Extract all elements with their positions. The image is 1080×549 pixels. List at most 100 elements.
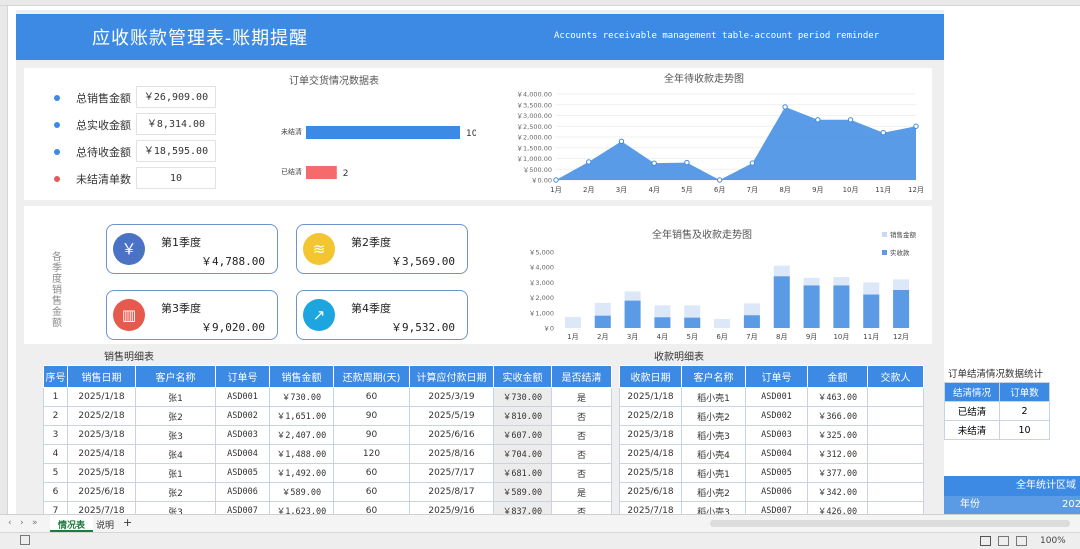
table-cell[interactable]: 否: [551, 444, 612, 464]
table-cell[interactable]: 未结清: [944, 420, 1000, 440]
table-cell[interactable]: 否: [551, 463, 612, 483]
zoom-level[interactable]: 100%: [1040, 536, 1066, 546]
table-cell[interactable]: ￥366.00: [807, 406, 868, 426]
table-cell[interactable]: 否: [551, 425, 612, 445]
table-cell[interactable]: ￥607.00: [493, 425, 552, 445]
column-header[interactable]: 订单数: [999, 382, 1050, 402]
tab-active-sheet[interactable]: 情况表: [50, 515, 94, 532]
table-cell[interactable]: ASD004: [745, 444, 808, 464]
table-cell[interactable]: 2025/2/18: [67, 406, 136, 426]
table-cell[interactable]: ￥589.00: [269, 482, 334, 502]
table-cell[interactable]: 2025/1/18: [619, 387, 682, 407]
worksheet-area[interactable]: 应收账款管理表-账期提醒 Accounts receivable managem…: [8, 6, 1080, 514]
table-cell[interactable]: 2025/4/18: [67, 444, 136, 464]
table-cell[interactable]: ASD001: [745, 387, 808, 407]
table-cell[interactable]: 5: [43, 463, 68, 483]
column-header[interactable]: 交款人: [867, 365, 924, 388]
table-cell[interactable]: 2025/5/18: [67, 463, 136, 483]
column-header[interactable]: 结清情况: [944, 382, 1000, 402]
table-cell[interactable]: ￥426.00: [807, 501, 868, 514]
table-cell[interactable]: 稻小壳3: [681, 501, 746, 514]
table-cell[interactable]: ￥837.00: [493, 501, 552, 514]
table-cell[interactable]: 60: [333, 482, 410, 502]
table-cell[interactable]: 2025/3/18: [67, 425, 136, 445]
table-cell[interactable]: ASD006: [745, 482, 808, 502]
table-cell[interactable]: 张3: [135, 425, 216, 445]
table-cell[interactable]: ￥1,488.00: [269, 444, 334, 464]
page-break-icon[interactable]: [1016, 536, 1027, 546]
table-cell[interactable]: [867, 463, 924, 483]
table-cell[interactable]: ASD001: [215, 387, 270, 407]
table-cell[interactable]: [867, 406, 924, 426]
table-cell[interactable]: [867, 444, 924, 464]
table-cell[interactable]: 2: [43, 406, 68, 426]
table-cell[interactable]: ￥681.00: [493, 463, 552, 483]
table-cell[interactable]: ￥589.00: [493, 482, 552, 502]
table-cell[interactable]: ￥1,651.00: [269, 406, 334, 426]
table-cell[interactable]: 2025/7/18: [619, 501, 682, 514]
column-header[interactable]: 订单号: [745, 365, 808, 388]
horizontal-scrollbar[interactable]: [710, 520, 1070, 527]
table-cell[interactable]: 是: [551, 482, 612, 502]
table-cell[interactable]: ￥2,407.00: [269, 425, 334, 445]
table-cell[interactable]: [867, 482, 924, 502]
table-cell[interactable]: ASD003: [745, 425, 808, 445]
table-cell[interactable]: 稻小壳3: [681, 425, 746, 445]
table-cell[interactable]: 2025/3/18: [619, 425, 682, 445]
column-header[interactable]: 是否结清: [551, 365, 612, 388]
table-cell[interactable]: 120: [333, 444, 410, 464]
column-header[interactable]: 订单号: [215, 365, 270, 388]
table-cell[interactable]: 2025/8/17: [409, 482, 494, 502]
table-cell[interactable]: 否: [551, 406, 612, 426]
table-cell[interactable]: 2025/4/18: [619, 444, 682, 464]
table-cell[interactable]: 张3: [135, 501, 216, 514]
table-cell[interactable]: ASD002: [215, 406, 270, 426]
table-cell[interactable]: 稻小壳4: [681, 444, 746, 464]
column-header[interactable]: 客户名称: [681, 365, 746, 388]
table-cell[interactable]: ￥1,492.00: [269, 463, 334, 483]
table-cell[interactable]: ￥463.00: [807, 387, 868, 407]
add-sheet-button[interactable]: +: [123, 516, 132, 529]
column-header[interactable]: 客户名称: [135, 365, 216, 388]
table-cell[interactable]: ￥342.00: [807, 482, 868, 502]
kpi-value[interactable]: 10: [136, 167, 216, 189]
table-cell[interactable]: 2025/1/18: [67, 387, 136, 407]
table-cell[interactable]: 是: [551, 387, 612, 407]
table-cell[interactable]: ￥730.00: [493, 387, 552, 407]
table-cell[interactable]: 稻小壳1: [681, 463, 746, 483]
tab-notes-sheet[interactable]: 说明: [96, 518, 114, 531]
table-cell[interactable]: ￥312.00: [807, 444, 868, 464]
table-cell[interactable]: 2: [999, 401, 1050, 421]
table-cell[interactable]: 已结清: [944, 401, 1000, 421]
table-cell[interactable]: ASD005: [215, 463, 270, 483]
table-cell[interactable]: ASD007: [745, 501, 808, 514]
table-cell[interactable]: 稻小壳2: [681, 406, 746, 426]
column-header[interactable]: 实收金额: [493, 365, 552, 388]
table-cell[interactable]: ASD005: [745, 463, 808, 483]
table-cell[interactable]: 张4: [135, 444, 216, 464]
table-cell[interactable]: 2025/8/16: [409, 444, 494, 464]
normal-view-icon[interactable]: [980, 536, 991, 546]
column-header[interactable]: 计算应付款日期: [409, 365, 494, 388]
prev-sheet-icon[interactable]: ›: [20, 518, 24, 528]
table-cell[interactable]: ASD006: [215, 482, 270, 502]
table-cell[interactable]: ASD003: [215, 425, 270, 445]
table-cell[interactable]: [867, 501, 924, 514]
table-cell[interactable]: 2025/5/18: [619, 463, 682, 483]
table-cell[interactable]: 2025/6/18: [619, 482, 682, 502]
table-cell[interactable]: 张2: [135, 406, 216, 426]
table-cell[interactable]: 60: [333, 501, 410, 514]
table-cell[interactable]: 10: [999, 420, 1050, 440]
table-cell[interactable]: ￥325.00: [807, 425, 868, 445]
column-header[interactable]: 序号: [43, 365, 68, 388]
column-header[interactable]: 销售日期: [67, 365, 136, 388]
table-cell[interactable]: ￥730.00: [269, 387, 334, 407]
table-cell[interactable]: ASD004: [215, 444, 270, 464]
kpi-value[interactable]: ￥8,314.00: [136, 113, 216, 135]
table-cell[interactable]: [867, 387, 924, 407]
table-cell[interactable]: 2025/2/18: [619, 406, 682, 426]
table-cell[interactable]: 稻小壳2: [681, 482, 746, 502]
table-cell[interactable]: 1: [43, 387, 68, 407]
table-cell[interactable]: ASD002: [745, 406, 808, 426]
table-cell[interactable]: 2025/7/17: [409, 463, 494, 483]
